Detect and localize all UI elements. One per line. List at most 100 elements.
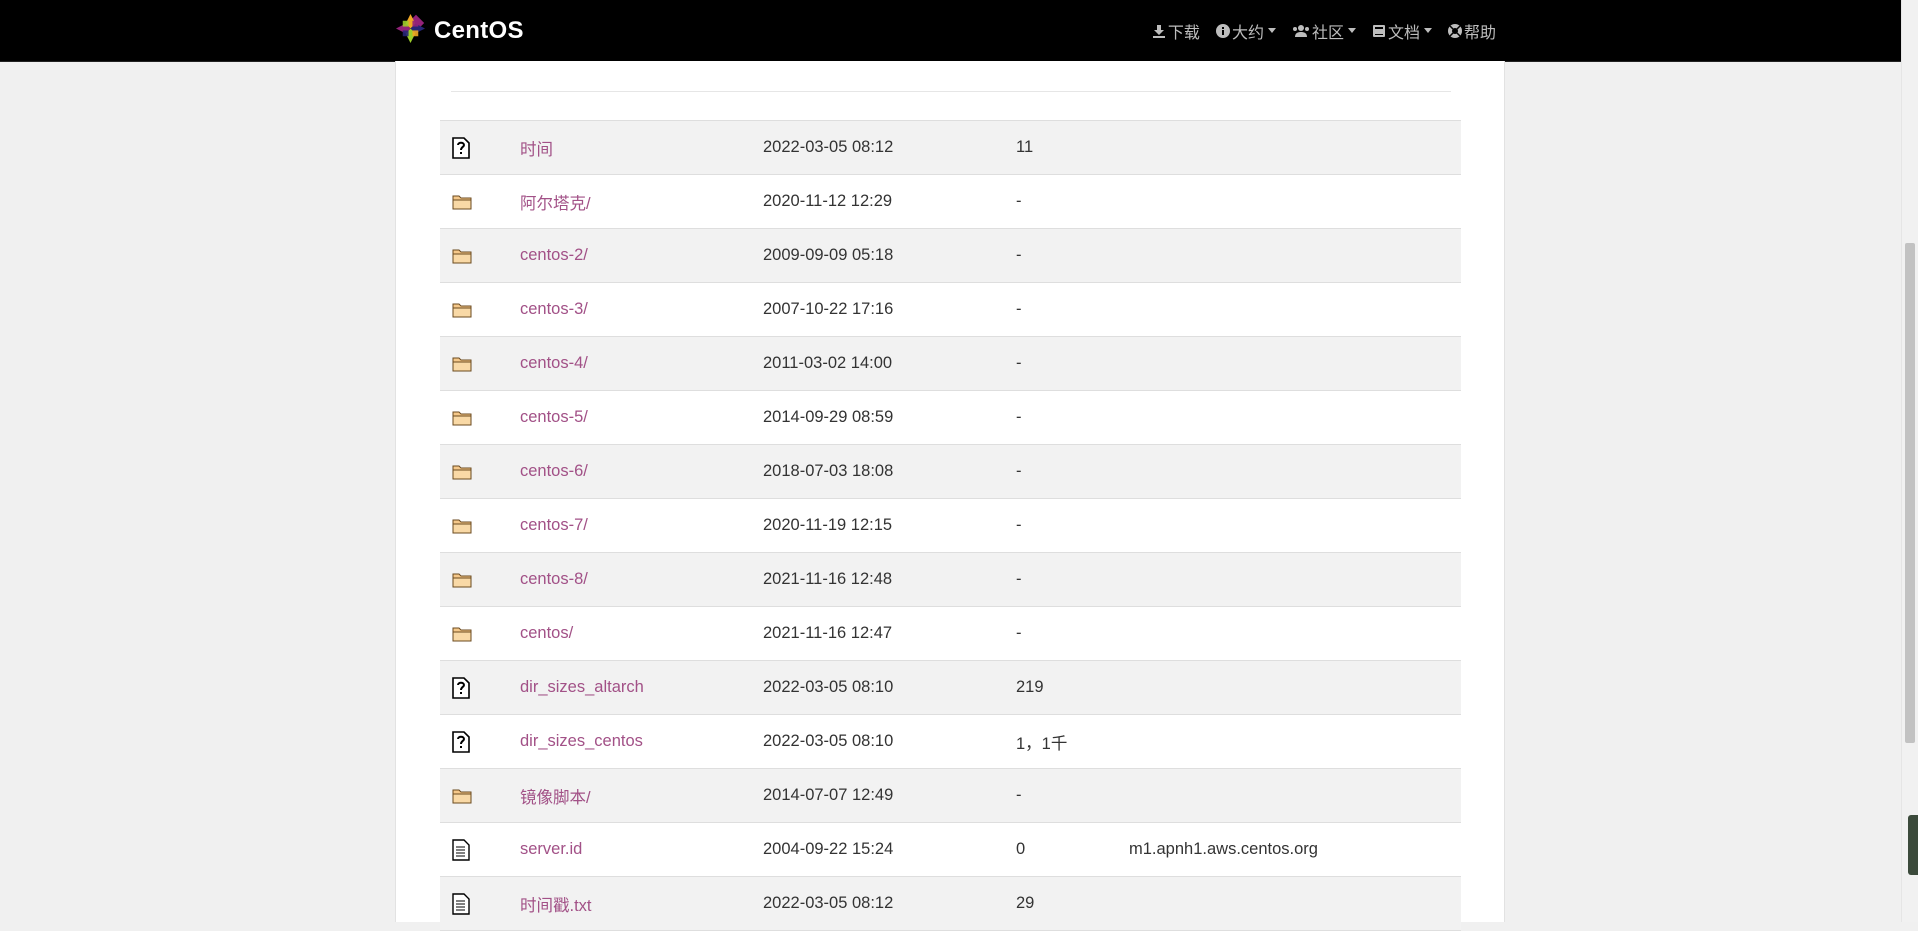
text-file-icon[interactable] (440, 892, 520, 915)
caret-down-icon (1423, 28, 1432, 33)
modified-date: 2022-03-05 08:12 (763, 894, 894, 912)
file-link[interactable]: centos-6/ (520, 462, 763, 481)
nav-community[interactable]: 社区 (1292, 19, 1356, 43)
file-link[interactable]: dir_sizes_centos (520, 732, 763, 751)
side-widget[interactable] (1908, 815, 1918, 875)
file-link[interactable]: dir_sizes_altarch (520, 678, 763, 697)
file-link[interactable]: 时间戳.txt (520, 892, 763, 916)
file-size: - (1016, 786, 1022, 804)
unknown-file-icon[interactable] (440, 676, 520, 699)
modified-date: 2014-09-29 08:59 (763, 408, 894, 426)
modified-date: 2020-11-19 12:15 (763, 516, 893, 534)
folder-icon[interactable] (440, 625, 520, 642)
file-link[interactable]: server.id (520, 840, 763, 859)
modified-date: 2021-11-16 12:48 (763, 570, 893, 588)
table-row: dir_sizes_altarch 2022-03-05 08:10 219 (440, 660, 1461, 714)
file-link[interactable]: 时间 (520, 136, 763, 160)
file-link[interactable]: centos/ (520, 624, 763, 643)
file-size: - (1016, 408, 1022, 426)
book-icon (1372, 24, 1386, 38)
info-icon (1215, 23, 1230, 38)
unknown-file-icon[interactable] (440, 730, 520, 753)
nav-label: 帮助 (1463, 24, 1496, 42)
folder-icon[interactable] (440, 193, 520, 210)
nav-download[interactable]: 下载 (1152, 19, 1200, 43)
folder-icon[interactable] (440, 571, 520, 588)
file-link[interactable]: 镜像脚本/ (520, 784, 763, 808)
file-link[interactable]: 阿尔塔克/ (520, 190, 763, 214)
folder-icon[interactable] (440, 463, 520, 480)
folder-icon[interactable] (440, 517, 520, 534)
folder-icon[interactable] (440, 787, 520, 804)
table-row: centos-5/2014-09-29 08:59 - (440, 390, 1461, 444)
table-row: centos/2021-11-16 12:47 - (440, 606, 1461, 660)
file-link[interactable]: centos-8/ (520, 570, 763, 589)
table-row: centos-6/2018-07-03 18:08 - (440, 444, 1461, 498)
file-size: - (1016, 624, 1022, 642)
table-row: 阿尔塔克/2020-11-12 12:29 - (440, 174, 1461, 228)
file-size: - (1016, 462, 1022, 480)
file-link[interactable]: centos-3/ (520, 300, 763, 319)
table-row: centos-8/2021-11-16 12:48 - (440, 552, 1461, 606)
file-size: - (1016, 354, 1022, 372)
brand-name: CentOS (434, 17, 524, 44)
users-icon (1292, 24, 1310, 38)
modified-date: 2018-07-03 18:08 (763, 462, 894, 480)
nav-about[interactable]: 大约 (1215, 19, 1276, 43)
caret-down-icon (1267, 28, 1276, 33)
caret-down-icon (1347, 28, 1356, 33)
file-description: m1.apnh1.aws.centos.org (1129, 840, 1318, 858)
file-size: 29 (1016, 894, 1035, 912)
help-circle-icon (1447, 23, 1462, 38)
table-row: 时间 2022-03-05 08:12 11 (440, 120, 1461, 174)
modified-date: 2021-11-16 12:47 (763, 624, 893, 642)
file-size: 11 (1016, 138, 1034, 156)
table-row: centos-7/2020-11-19 12:15 - (440, 498, 1461, 552)
folder-icon[interactable] (440, 247, 520, 264)
nav-docs[interactable]: 文档 (1372, 19, 1432, 43)
file-link[interactable]: centos-5/ (520, 408, 763, 427)
modified-date: 2011-03-02 14:00 (763, 354, 893, 372)
table-row: dir_sizes_centos 2022-03-05 08:10 1，1千 (440, 714, 1461, 768)
file-link[interactable]: centos-4/ (520, 354, 763, 373)
file-size: - (1016, 300, 1022, 318)
modified-date: 2022-03-05 08:12 (763, 138, 894, 156)
table-row: centos-4/2011-03-02 14:00 - (440, 336, 1461, 390)
nav-label: 文档 (1387, 24, 1420, 42)
divider (451, 91, 1451, 92)
file-size: - (1016, 192, 1022, 210)
file-size: 0 (1016, 840, 1026, 858)
nav-help[interactable]: 帮助 (1447, 19, 1496, 43)
brand-logo-link[interactable]: CentOS (395, 13, 524, 48)
file-size: 219 (1016, 678, 1044, 696)
text-file-icon[interactable] (440, 838, 520, 861)
folder-icon[interactable] (440, 301, 520, 318)
modified-date: 2014-07-07 12:49 (763, 786, 894, 804)
modified-date: 2004-09-22 15:24 (763, 840, 894, 858)
unknown-file-icon[interactable] (440, 136, 520, 159)
main-nav: 下载 大约 社区 文档 帮助 (1136, 0, 1496, 61)
top-navbar: CentOS 下载 大约 社区 文档 帮助 (0, 0, 1902, 62)
file-link[interactable]: centos-2/ (520, 246, 763, 265)
page-scrollbar[interactable] (1901, 0, 1918, 922)
file-link[interactable]: centos-7/ (520, 516, 763, 535)
modified-date: 2007-10-22 17:16 (763, 300, 894, 318)
folder-icon[interactable] (440, 355, 520, 372)
table-row: centos-3/2007-10-22 17:16 - (440, 282, 1461, 336)
nav-label: 下载 (1167, 24, 1200, 42)
file-size: - (1016, 570, 1022, 588)
modified-date: 2020-11-12 12:29 (763, 192, 893, 210)
table-row: 时间戳.txt 2022-03-05 08:12 29 (440, 876, 1461, 931)
content-panel: 时间 2022-03-05 08:12 11 阿尔塔克/2020-11-12 12:2… (395, 61, 1505, 931)
nav-label: 社区 (1311, 24, 1344, 42)
table-row: server.id 2004-09-22 15:24 0 m1.apnh1.aws.c… (440, 822, 1461, 876)
modified-date: 2022-03-05 08:10 (763, 732, 894, 750)
modified-date: 2009-09-09 05:18 (763, 246, 894, 264)
file-size: - (1016, 516, 1022, 534)
folder-icon[interactable] (440, 409, 520, 426)
modified-date: 2022-03-05 08:10 (763, 678, 894, 696)
file-size: 1，1千 (1016, 734, 1068, 753)
table-row: centos-2/2009-09-09 05:18 - (440, 228, 1461, 282)
file-size: - (1016, 246, 1022, 264)
scrollbar-thumb[interactable] (1905, 243, 1915, 743)
